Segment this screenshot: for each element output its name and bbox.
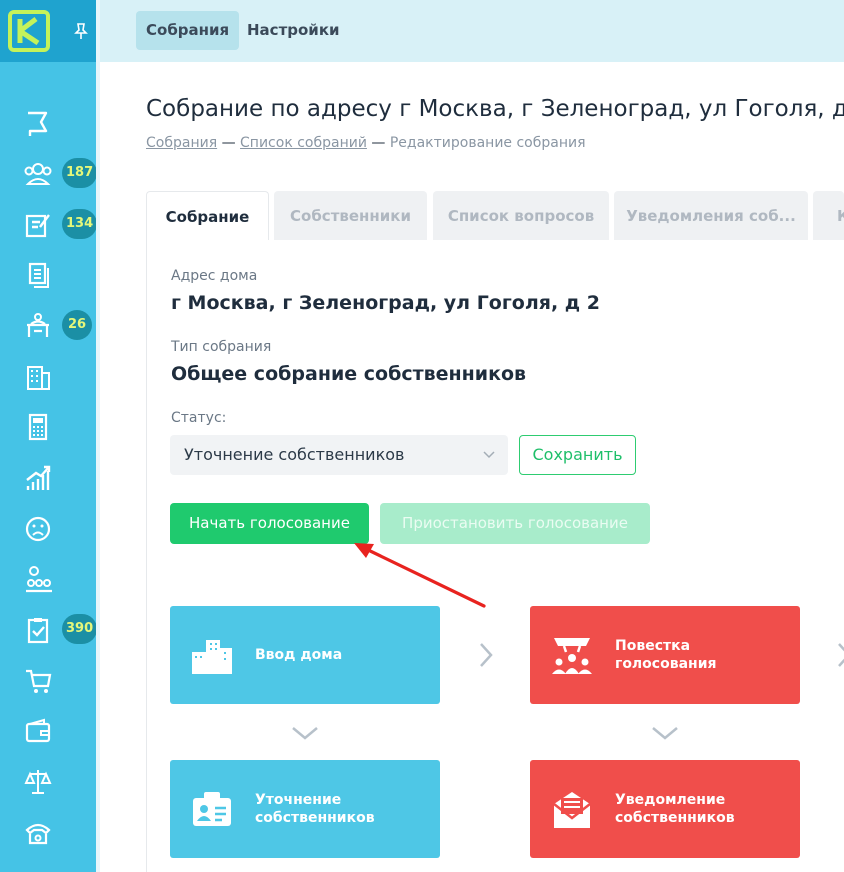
chart-icon (26, 465, 51, 490)
sidebar-item-phone[interactable] (16, 811, 96, 851)
sidebar-item-people[interactable]: 187 (16, 152, 98, 192)
sad-face-icon (25, 516, 51, 542)
clipboard-icon (27, 618, 49, 644)
sidebar-item-tasks[interactable]: 390 (16, 608, 98, 648)
content-tabs: Собрание Собственники Список вопросов Ув… (146, 191, 844, 241)
desk-icon (27, 313, 49, 337)
badge-desk: 26 (62, 310, 92, 340)
chevron-right-icon (480, 643, 493, 667)
phone-icon (25, 823, 51, 845)
sidebar-item-complaints[interactable] (16, 507, 96, 547)
step-card-owners[interactable]: Уточнение собственников (170, 760, 440, 858)
sidebar-item-flag[interactable] (16, 102, 96, 142)
tab-questions[interactable]: Список вопросов (433, 191, 609, 241)
status-select-value: Уточнение собственников (184, 445, 405, 464)
flag-icon (28, 111, 48, 136)
sidebar-item-edit[interactable]: 134 (16, 203, 98, 243)
status-label: Статус: (171, 410, 227, 426)
breadcrumb-link-meetings[interactable]: Собрания (146, 135, 217, 151)
chevron-right-icon (838, 643, 844, 667)
wallet-icon (25, 718, 51, 743)
top-tab-settings[interactable]: Настройки (237, 11, 350, 50)
cart-icon (26, 669, 52, 693)
sidebar-item-building[interactable] (16, 355, 96, 395)
id-card-icon (193, 792, 231, 826)
step-label: Повестка голосования (615, 638, 717, 672)
badge-people: 187 (62, 158, 98, 188)
save-button[interactable]: Сохранить (519, 435, 636, 475)
logo[interactable] (8, 10, 50, 52)
address-value: г Москва, г Зеленоград, ул Гоголя, д 2 (171, 292, 600, 314)
sidebar-item-legal[interactable] (16, 760, 96, 800)
topbar: Собрания Настройки (100, 0, 844, 62)
breadcrumb-link-list[interactable]: Список собраний (240, 135, 367, 151)
step-label: Ввод дома (255, 647, 343, 663)
top-tab-meetings[interactable]: Собрания (136, 11, 240, 50)
calculator-icon (28, 413, 48, 441)
step-card-agenda[interactable]: Повестка голосования (530, 606, 800, 704)
breadcrumb-current: Редактирование собрания (389, 135, 586, 151)
breadcrumb-separator: — (366, 135, 390, 151)
tab-notifications[interactable]: Уведомления соб... (614, 191, 808, 241)
step-card-house[interactable]: Ввод дома (170, 606, 440, 704)
documents-icon (28, 262, 49, 288)
breadcrumb-separator: — (217, 135, 241, 151)
people-icon (24, 163, 52, 185)
address-label: Адрес дома (171, 268, 258, 284)
sidebar-item-calculator[interactable] (16, 405, 96, 445)
sidebar-item-desk[interactable]: 26 (16, 304, 96, 344)
logo-row (0, 0, 100, 62)
sidebar-item-chart[interactable] (16, 456, 96, 496)
step-label: Уведомление собственников (615, 792, 735, 826)
edit-document-icon (25, 214, 50, 238)
badge-tasks: 390 (62, 614, 98, 644)
type-label: Тип собрания (171, 339, 272, 355)
step-label: Уточнение собственников (255, 792, 375, 826)
team-icon (26, 566, 52, 593)
annotation-arrow-icon (354, 543, 486, 608)
chevron-down-icon (652, 727, 678, 740)
status-select[interactable]: Уточнение собственников (170, 435, 508, 475)
sidebar-item-wallet[interactable] (16, 709, 96, 749)
building-icon (27, 366, 50, 390)
scales-icon (24, 770, 52, 794)
pin-icon[interactable] (71, 21, 91, 41)
tab-more[interactable]: К (813, 191, 844, 241)
buildings-icon (192, 640, 232, 674)
sidebar: 187 134 26 390 (0, 0, 100, 872)
step-card-notification[interactable]: Уведомление собственников (530, 760, 800, 858)
tab-meeting[interactable]: Собрание (146, 191, 269, 241)
chevron-down-icon (292, 727, 318, 740)
envelope-icon (553, 792, 591, 828)
chevron-down-icon (482, 435, 496, 490)
meeting-icon (552, 638, 592, 674)
sidebar-item-documents[interactable] (16, 253, 96, 293)
tab-owners[interactable]: Собственники (274, 191, 427, 241)
breadcrumb: Собрания — Список собраний — Редактирова… (146, 135, 586, 151)
badge-edit: 134 (62, 209, 98, 239)
sidebar-item-team[interactable] (16, 557, 96, 597)
page-title: Собрание по адресу г Москва, г Зеленогра… (146, 96, 844, 122)
sidebar-item-cart[interactable] (16, 659, 96, 699)
type-value: Общее собрание собственников (171, 363, 527, 385)
